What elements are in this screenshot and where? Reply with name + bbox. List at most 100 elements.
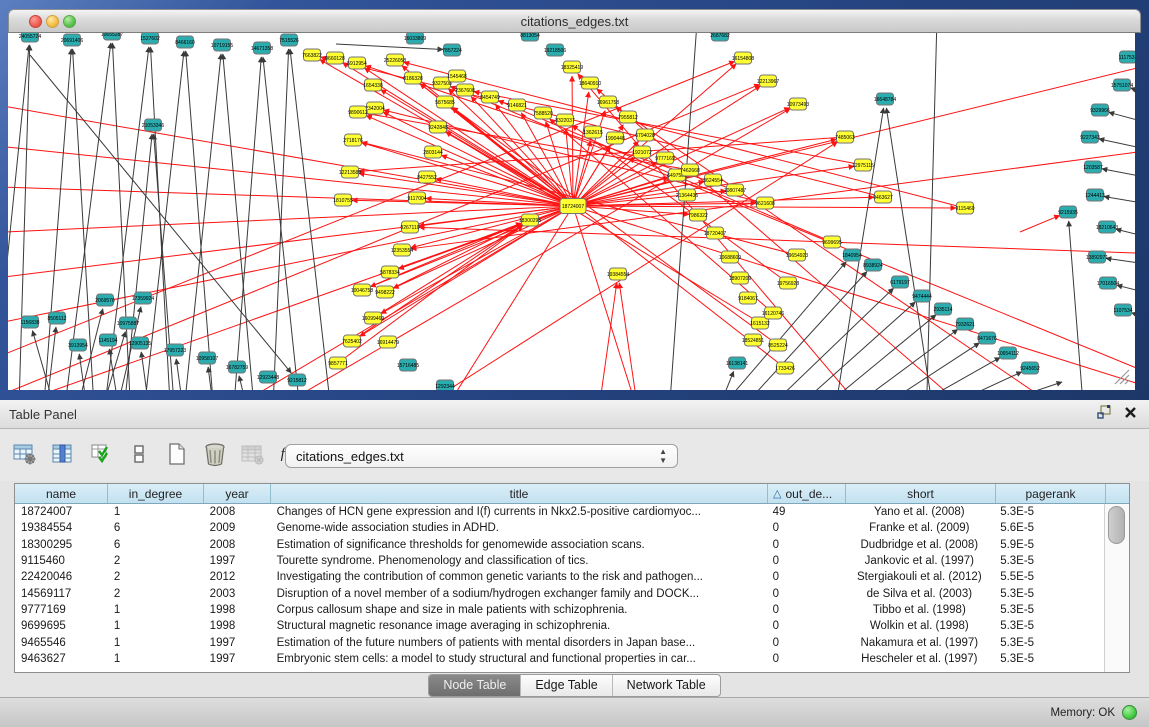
graph-node-label: 1244413	[1085, 193, 1105, 199]
table-settings-icon[interactable]	[12, 441, 38, 467]
graph-nodes[interactable]: 1872400718300295193845547663822966012859…	[19, 33, 1135, 390]
graph-node-label: 18724007	[562, 204, 584, 210]
table-cell: 9465546	[15, 637, 108, 649]
table-cell: 5.6E-5	[994, 522, 1104, 534]
table-source-select[interactable]: citations_edges.txt ▲▼	[285, 444, 678, 468]
network-canvas[interactable]: 1872400718300295193845547663822966012859…	[8, 33, 1135, 390]
table-vertical-scrollbar[interactable]	[1104, 504, 1129, 672]
table-row[interactable]: 1456911722003Disruption of a novel membe…	[15, 585, 1104, 601]
edge	[926, 33, 938, 390]
scrollbar-thumb[interactable]	[1108, 506, 1125, 544]
node-table-body: 1872400712008Changes of HCN gene express…	[15, 504, 1104, 667]
table-cell: 0	[767, 522, 845, 534]
column-header-short[interactable]: short	[846, 484, 996, 503]
float-window-icon[interactable]	[1097, 405, 1112, 419]
attribute-list-icon[interactable]	[126, 441, 152, 467]
graph-node-label: 1921072	[632, 150, 652, 156]
graph-node-label: 7462668	[680, 168, 700, 174]
graph-node-label: 2687682	[710, 33, 730, 39]
graph-node-label: 6794028	[635, 133, 655, 139]
column-header-in_degree[interactable]: in_degree	[108, 484, 204, 503]
delete-trash-icon[interactable]	[202, 441, 228, 467]
graph-node-label: 1654338	[363, 83, 383, 89]
graph-node-label: 18325419	[561, 65, 583, 71]
graph-node-label: 21053346	[142, 123, 164, 129]
edge	[290, 49, 332, 390]
graph-node-label: 1733426	[775, 366, 795, 372]
graph-node-label: 1156838	[20, 320, 39, 326]
graph-node-label: 9242848	[428, 125, 448, 131]
graph-node-label: 9660128	[325, 56, 345, 62]
graph-node-label: 16138141	[726, 361, 748, 367]
tab-edge-table[interactable]: Edge Table	[521, 675, 612, 696]
graph-node-label: 9329966	[1090, 108, 1110, 114]
table-row[interactable]: 2242004622012Investigating the contribut…	[15, 569, 1104, 585]
graph-node-label: 9227343	[1080, 135, 1100, 141]
table-cell: Stergiakouli et al. (2012)	[844, 571, 994, 583]
table-toolbar: f(x) citations_edges.txt ▲▼	[0, 429, 1149, 481]
graph-node-label: 7485063	[835, 135, 855, 141]
table-cell: 2003	[204, 588, 271, 600]
graph-node-label: 19218506	[544, 48, 566, 54]
table-cell: 6	[108, 522, 204, 534]
graph-node-label: 9498222	[375, 290, 395, 296]
table-cell: 5.3E-5	[994, 604, 1104, 616]
edge	[1102, 169, 1135, 180]
table-cell: 0	[767, 653, 845, 665]
graph-node-label: 18720407	[704, 231, 726, 237]
column-header-name[interactable]: name	[15, 484, 108, 503]
table-row[interactable]: 1830029562008Estimation of significance …	[15, 537, 1104, 553]
graph-node-label: 10719155	[211, 43, 233, 49]
graph-node-label: 1203587	[1083, 165, 1103, 171]
column-header-year[interactable]: year	[204, 484, 271, 503]
graph-node-label: 7857224	[442, 48, 462, 54]
table-cell: Structural magnetic resonance image aver…	[271, 620, 767, 632]
graph-node-label: 8186328	[403, 76, 423, 82]
table-row[interactable]: 1872400712008Changes of HCN gene express…	[15, 504, 1104, 520]
graph-node-label: 1107534	[1113, 308, 1132, 314]
citation-edge	[573, 206, 1135, 390]
edge	[8, 45, 29, 390]
new-document-icon[interactable]	[164, 441, 190, 467]
graph-node-label: 7955812	[618, 115, 638, 121]
column-header-title[interactable]: title	[271, 484, 768, 503]
table-cell: 1	[108, 506, 204, 518]
table-cell: 0	[767, 604, 845, 616]
table-column-icon[interactable]	[50, 441, 76, 467]
graph-node-label: 12923448	[257, 375, 279, 381]
table-cell: 1	[108, 620, 204, 632]
table-row[interactable]: 946362711997Embryonic stem cells: a mode…	[15, 651, 1104, 667]
citation-edge	[573, 92, 589, 206]
window-titlebar[interactable]: citations_edges.txt	[8, 9, 1141, 33]
tab-node-table[interactable]: Node Table	[429, 675, 521, 696]
table-row[interactable]: 946554611997Estimation of the future num…	[15, 634, 1104, 650]
disabled-table-icon	[240, 441, 266, 467]
graph-node-label: 1810755	[333, 198, 353, 204]
table-cell: 2	[108, 555, 204, 567]
node-table-header: namein_degreeyeartitle△out_de...shortpag…	[15, 484, 1129, 504]
table-row[interactable]: 977716911998Corpus callosum shape and si…	[15, 602, 1104, 618]
table-row[interactable]: 911546021997Tourette syndrome. Phenomeno…	[15, 553, 1104, 569]
graph-node-label: 9463627	[873, 195, 893, 201]
canvas-resize-grip[interactable]	[1111, 366, 1131, 386]
edge	[1109, 112, 1135, 126]
table-cell: 1	[108, 653, 204, 665]
table-cell: de Silva et al. (2003)	[844, 588, 994, 600]
edge	[846, 343, 979, 390]
graph-node-label: 13892971	[1086, 255, 1108, 261]
graph-node-label: 10807487	[724, 188, 746, 194]
table-cell: Wolkin et al. (1998)	[844, 620, 994, 632]
table-cell: 5.3E-5	[994, 637, 1104, 649]
column-header-out_de[interactable]: △out_de...	[768, 484, 846, 503]
graph-node-label: 21364436	[676, 193, 698, 199]
network-window: citations_edges.txt 18724007183002951938…	[0, 0, 1149, 400]
column-header-pagerank[interactable]: pagerank	[996, 484, 1106, 503]
table-panel: Table Panel	[0, 400, 1149, 727]
table-row[interactable]: 969969511998Structural magnetic resonanc…	[15, 618, 1104, 634]
table-row[interactable]: 1938455462009Genome-wide association stu…	[15, 520, 1104, 536]
graph-node-label: 19756928	[777, 281, 799, 287]
close-panel-icon[interactable]	[1124, 406, 1137, 419]
table-cell: Changes of HCN gene expression and I(f) …	[271, 506, 767, 518]
table-import-icon[interactable]	[88, 441, 114, 467]
tab-network-table[interactable]: Network Table	[613, 675, 720, 696]
